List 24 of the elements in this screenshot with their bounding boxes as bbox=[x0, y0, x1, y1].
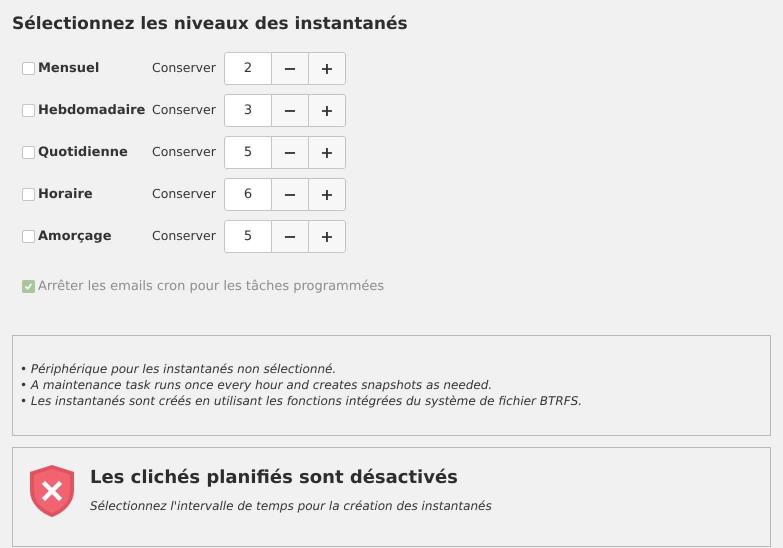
keep-label: Conserver bbox=[152, 143, 217, 162]
cron-option-label: Arrêter les emails cron pour les tâches programmées bbox=[38, 278, 384, 296]
level-label: Hebdomadaire bbox=[38, 102, 146, 120]
keep-label: Conserver bbox=[152, 59, 217, 78]
info-note: • A maintenance task runs once every hour and creates snapshots as needed. bbox=[20, 377, 494, 393]
level-label: Horaire bbox=[38, 186, 94, 204]
error-shield-icon bbox=[29, 464, 75, 518]
keep-label: Conserver bbox=[152, 185, 217, 204]
keep-label: Conserver bbox=[152, 101, 217, 120]
section-title: Sélectionnez les niveaux des instantanés bbox=[12, 13, 409, 36]
check-icon bbox=[24, 282, 33, 292]
info-note: • Les instantanés sont créés en utilisant les fonctions intégrées du système de fichier BTRFS. bbox=[20, 393, 584, 409]
status-title: Les clichés planifiés sont désactivés bbox=[90, 466, 459, 490]
info-note: • Périphérique pour les instantanés non sélectionné. bbox=[20, 361, 338, 377]
level-label: Amorçage bbox=[38, 228, 113, 246]
status-message: Sélectionnez l'intervalle de temps pour la création des instantanés bbox=[90, 498, 492, 514]
checkbox[interactable] bbox=[22, 188, 35, 201]
level-label: Mensuel bbox=[38, 60, 100, 78]
checkbox[interactable] bbox=[22, 62, 35, 75]
keep-label: Conserver bbox=[152, 227, 217, 246]
checkbox[interactable] bbox=[22, 230, 35, 243]
level-label: Quotidienne bbox=[38, 144, 129, 162]
checkbox[interactable] bbox=[22, 146, 35, 159]
checkbox[interactable] bbox=[22, 104, 35, 117]
